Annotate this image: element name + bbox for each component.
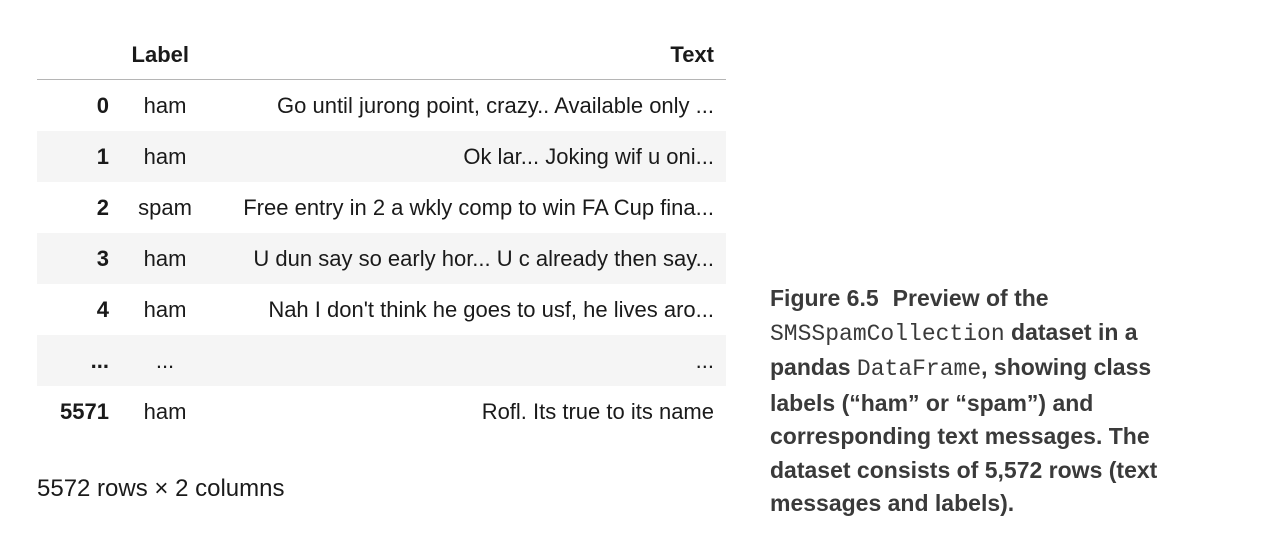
table-row: 5571 ham Rofl. Its true to its name — [37, 386, 726, 437]
text-cell: Free entry in 2 a wkly comp to win FA Cu… — [243, 194, 714, 220]
table-row: 4 ham Nah I don't think he goes to usf, … — [37, 284, 726, 335]
text-column-header: Text — [209, 30, 726, 80]
text-cell: Go until jurong point, crazy.. Available… — [277, 92, 714, 118]
header-row: Label Text — [37, 30, 726, 80]
text-cell: U dun say so early hor... U c already th… — [253, 245, 714, 271]
label-cell: ham — [143, 296, 187, 322]
caption-text: Preview of the — [892, 285, 1049, 311]
text-cell: Rofl. Its true to its name — [481, 398, 714, 424]
table-row: 3 ham U dun say so early hor... U c alre… — [37, 233, 726, 284]
label-cell: ... — [155, 347, 175, 373]
label-cell: spam — [138, 194, 192, 220]
index-header — [37, 30, 121, 80]
dataframe-shape: 5572 rows × 2 columns — [37, 475, 285, 502]
row-index: 4 — [96, 296, 109, 322]
label-cell: ham — [143, 398, 187, 424]
text-cell: Ok lar... Joking wif u oni... — [463, 143, 714, 169]
row-index: 5571 — [60, 398, 109, 424]
row-index: 1 — [96, 143, 109, 169]
text-cell: ... — [695, 347, 714, 373]
caption-code: SMSSpamCollection — [770, 320, 1005, 347]
row-index: 0 — [96, 92, 109, 118]
row-index: ... — [90, 347, 109, 373]
figure-number: Figure 6.5 — [770, 285, 879, 311]
ellipsis-row: ... ... ... — [37, 335, 726, 386]
label-column-header: Label — [121, 30, 209, 80]
caption-code: DataFrame — [856, 356, 982, 382]
table-row: 1 ham Ok lar... Joking wif u oni... — [37, 131, 726, 182]
label-cell: ham — [143, 245, 187, 271]
label-cell: ham — [143, 92, 187, 118]
dataframe-table: Label Text 0 ham Go until jurong point, … — [37, 30, 726, 437]
row-index: 3 — [96, 245, 109, 271]
table-row: 0 ham Go until jurong point, crazy.. Ava… — [37, 80, 726, 132]
label-cell: ham — [143, 143, 187, 169]
row-index: 2 — [96, 194, 109, 220]
text-cell: Nah I don't think he goes to usf, he liv… — [268, 296, 714, 322]
figure-caption: Figure 6.5 Preview of the SMSSpamCollecti… — [770, 282, 1210, 521]
table-row: 2 spam Free entry in 2 a wkly comp to wi… — [37, 182, 726, 233]
